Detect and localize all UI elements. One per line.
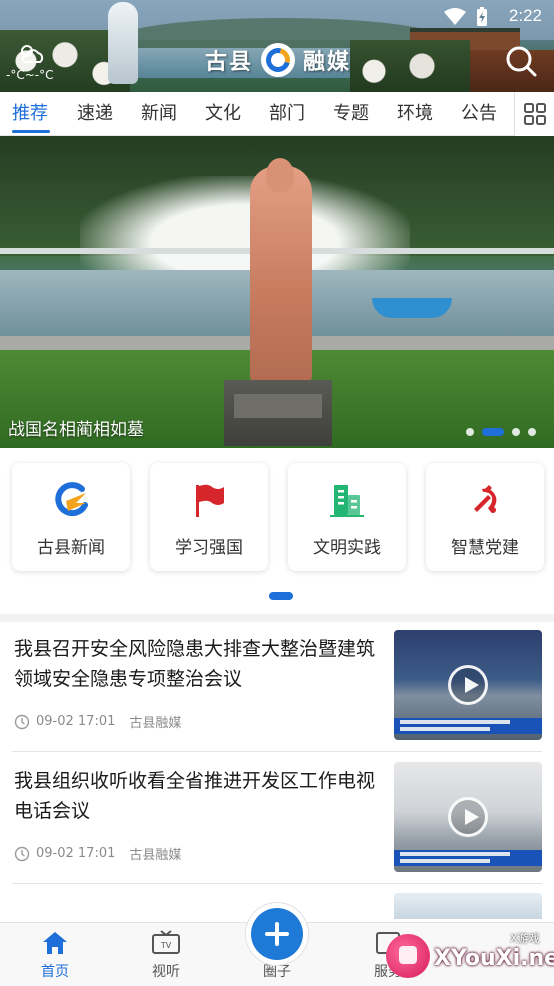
news-video-thumbnail[interactable] <box>394 762 542 872</box>
header-statue-image <box>108 2 138 84</box>
clock-icon <box>14 714 30 729</box>
app-title: 古县 融媒 <box>205 42 351 78</box>
header-flowers-image-right <box>350 40 470 92</box>
category-tabs: 推荐 速递 新闻 文化 部门 专题 环境 公告 <box>0 92 554 136</box>
app-logo-icon <box>261 43 296 77</box>
nav-home-label: 首页 <box>41 964 69 980</box>
thumbnail-caption-bar <box>394 718 542 734</box>
watermark-small-text: X游戏 <box>510 932 540 945</box>
nav-home[interactable]: 首页 <box>15 929 95 985</box>
news-meta: 09-02 17:01 古县融媒 <box>14 844 181 863</box>
party-emblem-icon <box>466 481 504 519</box>
home-icon <box>43 932 67 954</box>
red-flag-icon <box>190 481 228 519</box>
news-item[interactable]: 我县组织收听收看全省推进开发区工作电视电话会议 09-02 17:01 古县融媒 <box>0 752 554 884</box>
tab-culture[interactable]: 文化 <box>205 92 241 136</box>
news-thumbnail-partial[interactable] <box>394 893 542 919</box>
grid-icon <box>523 103 546 125</box>
shortcut-label: 古县新闻 <box>37 538 105 558</box>
news-source: 古县融媒 <box>129 716 182 731</box>
thumbnail-caption-bar <box>394 850 542 866</box>
add-post-button[interactable] <box>251 908 303 960</box>
banner-page-dots <box>466 428 536 436</box>
watermark-logo-icon <box>386 934 430 978</box>
app-title-left: 古县 <box>205 49 254 75</box>
news-video-thumbnail[interactable] <box>394 630 542 740</box>
shortcut-label: 智慧党建 <box>451 538 519 558</box>
news-source: 古县融媒 <box>129 848 182 863</box>
tab-express[interactable]: 速递 <box>77 92 113 136</box>
search-icon[interactable] <box>504 44 538 78</box>
tab-news[interactable]: 新闻 <box>141 92 177 136</box>
app-header: -°C~-°C 古县 融媒 2:22 <box>0 0 554 92</box>
clock-icon <box>14 846 30 861</box>
shortcut-civilization-practice[interactable]: 文明实践 <box>288 463 406 571</box>
tab-environment[interactable]: 环境 <box>397 92 433 136</box>
weather-temperature: -°C~-°C <box>6 68 54 82</box>
banner-boat <box>372 298 452 318</box>
banner-pedestal-plate <box>234 394 322 418</box>
banner-dot[interactable] <box>528 428 536 436</box>
news-item[interactable]: 我县召开安全风险隐患大排查大整治暨建筑领域安全隐患专项整治会议 09-02 17… <box>0 620 554 752</box>
shortcut-grid: 古县新闻 学习强国 文明实践 智慧党建 <box>0 448 554 614</box>
nav-audio-video-label: 视听 <box>152 964 180 980</box>
tab-topics[interactable]: 专题 <box>333 92 369 136</box>
guxian-logo-icon <box>52 481 90 519</box>
status-time: 2:22 <box>508 6 542 25</box>
news-meta: 09-02 17:01 古县融媒 <box>14 712 181 731</box>
banner-statue-head <box>266 158 294 192</box>
watermark-text: XYouXi.net <box>434 946 554 971</box>
status-icons <box>444 7 488 27</box>
shortcut-smart-party-building[interactable]: 智慧党建 <box>426 463 544 571</box>
banner-dot[interactable] <box>466 428 474 436</box>
app-title-right: 融媒 <box>303 49 352 75</box>
green-building-icon <box>328 481 366 519</box>
banner-carousel[interactable]: 战国名相蔺相如墓 <box>0 136 554 448</box>
news-title: 我县召开安全风险隐患大排查大整治暨建筑领域安全隐患专项整治会议 <box>14 638 376 690</box>
shortcut-study-strong-nation[interactable]: 学习强国 <box>150 463 268 571</box>
banner-dot[interactable] <box>512 428 520 436</box>
news-date: 09-02 17:01 <box>36 846 116 861</box>
news-title: 我县组织收听收看全省推进开发区工作电视电话会议 <box>14 770 376 822</box>
weather-widget[interactable]: -°C~-°C <box>4 40 60 84</box>
wifi-icon <box>444 8 466 25</box>
tabs-more-button[interactable] <box>514 92 554 136</box>
tv-icon: TV <box>152 930 180 954</box>
shortcut-page-indicator <box>269 592 293 600</box>
battery-charging-icon <box>477 7 487 26</box>
active-tab-indicator <box>12 130 50 133</box>
banner-statue <box>250 166 312 382</box>
shortcut-guxian-news[interactable]: 古县新闻 <box>12 463 130 571</box>
banner-caption: 战国名相蔺相如墓 <box>8 420 144 440</box>
shortcut-label: 文明实践 <box>313 538 381 558</box>
site-watermark: X游戏 XYouXi.net <box>380 926 554 986</box>
nav-audio-video[interactable]: TV 视听 <box>126 929 206 985</box>
shortcut-label: 学习强国 <box>175 538 243 558</box>
nav-circle-label: 圈子 <box>263 964 291 980</box>
list-divider <box>12 883 542 884</box>
tab-announcements[interactable]: 公告 <box>461 92 497 136</box>
svg-text:TV: TV <box>160 941 172 950</box>
partly-cloudy-icon <box>21 45 44 63</box>
tab-departments[interactable]: 部门 <box>269 92 305 136</box>
banner-dot-active[interactable] <box>482 428 504 436</box>
play-icon[interactable] <box>448 665 488 705</box>
play-icon[interactable] <box>448 797 488 837</box>
news-date: 09-02 17:01 <box>36 714 116 729</box>
